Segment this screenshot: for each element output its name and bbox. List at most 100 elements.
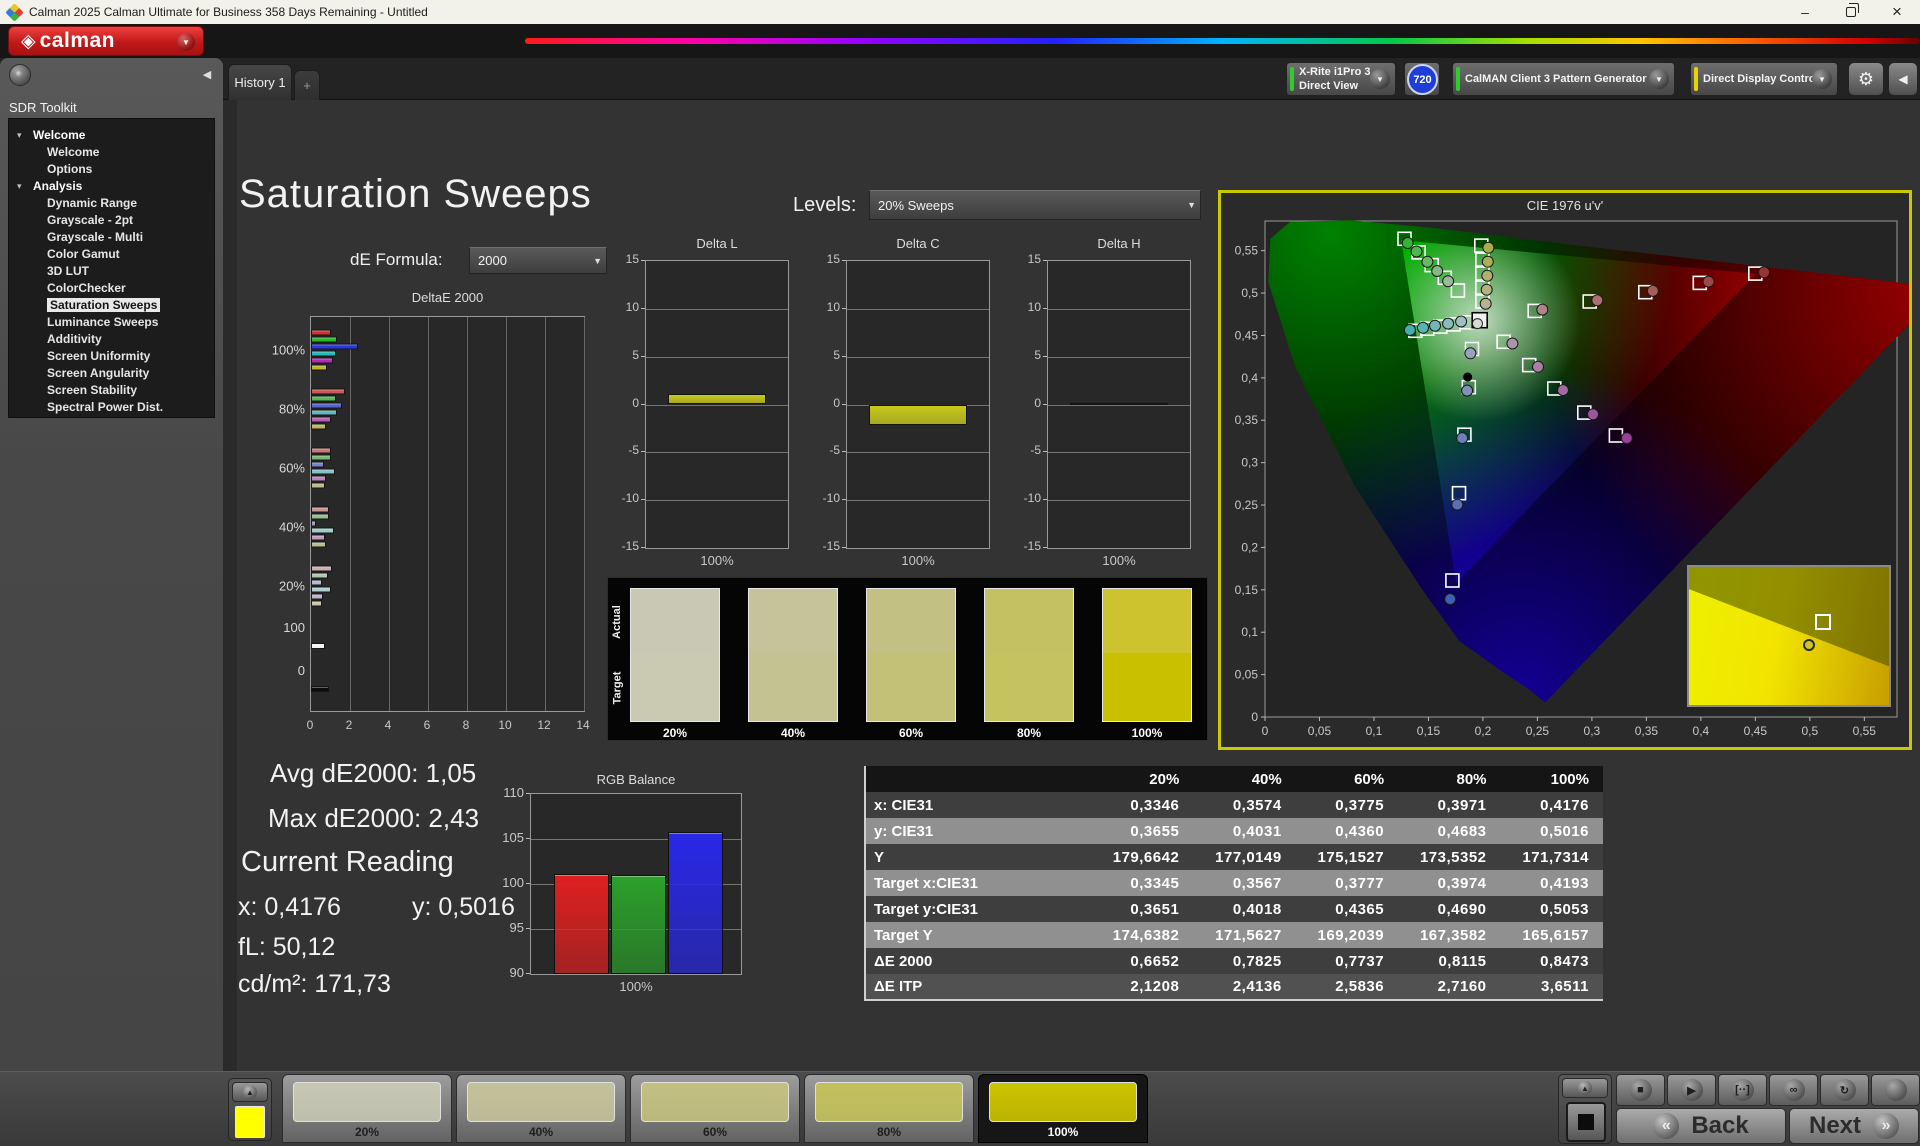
table-cell: 169,2039 [1317,926,1385,944]
de-formula-label: dE Formula: [350,250,443,269]
settings-button[interactable]: ⚙ [1848,62,1884,96]
delta-l-x-label: 100% [700,553,734,568]
transport-up-button[interactable]: ▲ [1562,1078,1608,1098]
sidebar-item-welcome[interactable]: Welcome [9,144,214,161]
transport-play-button[interactable]: ▶ [1667,1074,1716,1106]
current-y: y: 0,5016 [412,893,515,921]
chevron-down-icon[interactable]: ▼ [1649,69,1669,89]
transport-series-button[interactable]: [··] [1718,1074,1767,1106]
transport-stop-button[interactable]: ■ [1616,1074,1665,1106]
sidebar-collapse-button[interactable]: ◀ [197,64,217,84]
sidebar-item-screen-angularity[interactable]: Screen Angularity [9,365,214,382]
pattern-up-button[interactable]: ▲ [232,1082,268,1102]
deltae-group-100: 100% [272,327,584,373]
de-formula-dropdown[interactable]: 2000 ▼ [469,247,607,274]
next-label: Next [1808,1112,1862,1139]
chevron-down-icon[interactable]: ▼ [1370,69,1390,89]
sidebar-section-analysis[interactable]: ▾ Analysis [9,178,214,195]
panel-collapse-button[interactable]: ◀ [1888,62,1918,96]
sidebar-item-spectral-power-dist[interactable]: Spectral Power Dist. [9,399,214,416]
levels-dropdown[interactable]: 20% Sweeps ▼ [869,190,1201,220]
delta-l-y-tick: 15 [625,252,639,266]
sidebar-item-dynamic-range[interactable]: Dynamic Range [9,195,214,212]
tab-add-button[interactable]: + [294,70,320,100]
app-icon [5,2,24,22]
table-cell: 0,4690 [1437,900,1487,918]
sidebar-item-options[interactable]: Options [9,161,214,178]
sidebar-item-grayscale-multi[interactable]: Grayscale - Multi [9,229,214,246]
table-cell: 0,6652 [1130,952,1180,970]
inset-measured-marker [1803,638,1815,651]
sidebar-section-welcome[interactable]: ▾ Welcome [9,127,214,144]
sidebar-options-button[interactable] [9,64,31,86]
transport-infinity-button[interactable]: ∞ [1769,1074,1818,1106]
sidebar-item-colorchecker[interactable]: ColorChecker [9,280,214,297]
deltae-bar [311,343,359,350]
swatch-target [1103,653,1191,721]
chevron-down-icon[interactable]: ▼ [1812,69,1832,89]
meter-device-button[interactable]: X-Rite i1Pro 3 Direct View ▼ [1286,62,1396,96]
rgb-y-tick: 90 [509,965,524,980]
sidebar-item-additivity[interactable]: Additivity [9,331,214,348]
pattern-generator-button[interactable]: CalMAN Client 3 Pattern Generator ▼ [1452,62,1675,96]
rgb-balance-title: RGB Balance [596,772,676,787]
transport-refresh-button[interactable]: ↻ [1820,1074,1869,1106]
delta-h-y-tick: 5 [1034,347,1041,362]
display-control-button[interactable]: Direct Display Control ▼ [1690,62,1838,96]
expander-icon[interactable]: ▾ [17,127,22,144]
table-cell: 0,4360 [1335,822,1385,840]
table-cell: 2,4136 [1232,978,1282,995]
swatch-label: 20% [662,726,688,740]
pattern-button-60[interactable]: 60% [630,1074,800,1143]
deltae-bar [311,402,343,409]
deltae-group-100: 100 [283,620,584,652]
table-cell: 0,4365 [1335,900,1385,918]
back-button[interactable]: « Back [1616,1108,1786,1144]
table-row-x-cie31: x: CIE31 0,3346 0,3574 0,3775 0,3971 0,4176 [865,792,1603,818]
expander-icon[interactable]: ▾ [17,178,22,195]
current-cdm2: cd/m²: 171,73 [238,970,391,998]
table-row-target-x-cie31: Target x:CIE31 0,3345 0,3567 0,3777 0,3974 0,… [865,870,1603,896]
pattern-button-100[interactable]: 100% [978,1074,1148,1143]
pattern-button-80[interactable]: 80% [804,1074,974,1143]
rgb-x-label: 100% [619,979,653,994]
chevron-down-icon[interactable]: ▼ [177,33,195,51]
calman-menu-button[interactable]: ◈ calman ▼ [8,26,204,56]
pattern-window-button[interactable] [1566,1102,1606,1142]
restore-button[interactable] [1828,0,1874,24]
gear-icon: ⚙ [1857,68,1875,89]
meter-status-bar [1290,67,1294,91]
swatch-actual [749,589,837,653]
delta-c-y-tick: 15 [826,252,840,266]
sidebar-item-luminance-sweeps[interactable]: Luminance Sweeps [9,314,214,331]
delta-c-title: Delta C [896,236,940,251]
delta-h-bar [1070,402,1168,405]
delta-l-title: Delta L [696,236,738,251]
delta-h-x-label: 100% [1102,553,1136,568]
inset-target-marker [1815,613,1831,630]
svg-text:0,3: 0,3 [1584,724,1601,738]
sidebar-item-color-gamut[interactable]: Color Gamut [9,246,214,263]
sidebar-item-screen-uniformity[interactable]: Screen Uniformity [9,348,214,365]
sidebar-item-screen-stability[interactable]: Screen Stability [9,382,214,399]
rgb-y-tick: 100 [502,875,524,890]
next-button[interactable]: Next » [1789,1108,1919,1144]
sidebar-item-saturation-sweeps[interactable]: Saturation Sweeps [9,297,214,314]
sidebar-item-3d-lut[interactable]: 3D LUT [9,263,214,280]
pattern-button-40[interactable]: 40% [456,1074,626,1143]
sidebar-item-grayscale-2pt[interactable]: Grayscale - 2pt [9,212,214,229]
tab-history-1[interactable]: History 1 [228,64,292,100]
generator-name: CalMAN Client 3 Pattern Generator [1465,72,1647,85]
current-fl: fL: 50,12 [238,933,336,961]
play-icon: ▶ [1680,1079,1703,1101]
active-pattern-preview[interactable] [235,1106,265,1138]
minimize-button[interactable]: – [1782,0,1828,24]
meter-count-badge[interactable]: 720 [1407,64,1438,95]
delta-h-y-tick: 0 [1034,395,1041,410]
blank-icon [1884,1079,1907,1101]
table-cell: 2,1208 [1130,978,1180,995]
chevron-left-icon: ◀ [202,68,212,81]
transport-button-blank[interactable] [1871,1074,1920,1106]
pattern-button-20[interactable]: 20% [282,1074,452,1143]
close-button[interactable]: × [1874,0,1920,24]
